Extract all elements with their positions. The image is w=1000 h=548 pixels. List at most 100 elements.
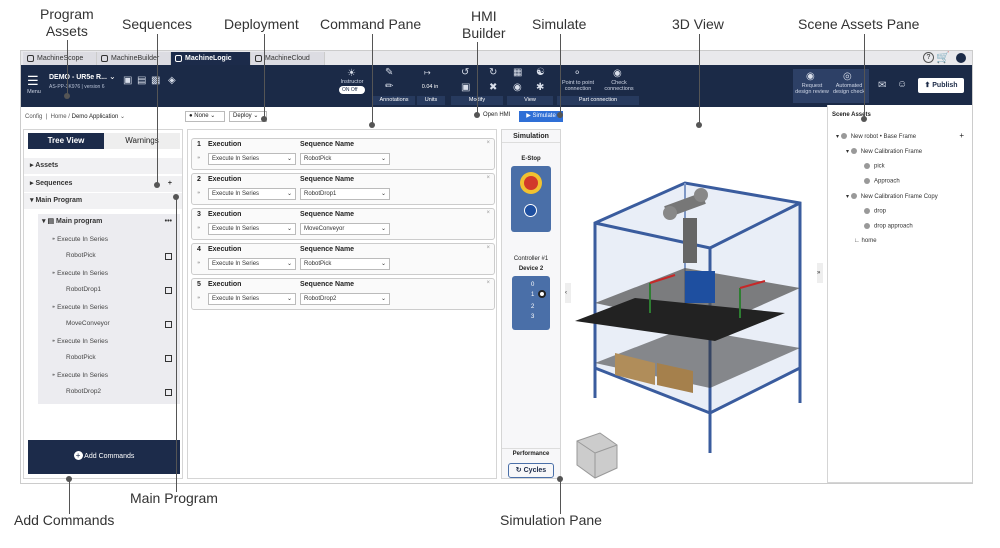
io-indicator-icon[interactable] (538, 290, 546, 298)
tree-exec-node[interactable]: ⁍ Execute In Series (38, 368, 180, 384)
user-settings-icon[interactable]: ☺ (897, 79, 907, 90)
tree-exec-node[interactable]: ⁍ Execute In Series (38, 334, 180, 350)
collapse-left-icon[interactable]: ‹ (565, 283, 571, 303)
sequence-select[interactable]: RobotDrop1 ⌄ (300, 188, 390, 200)
units-value[interactable]: 0.04 in (417, 84, 443, 90)
estop-button[interactable] (511, 166, 551, 232)
execution-mode-select[interactable]: Execute In Series ⌄ (208, 153, 296, 165)
share-icon[interactable]: ✉ (878, 80, 886, 91)
command-card[interactable]: 3 Execution Sequence Name ⁍ Execute In S… (191, 208, 495, 240)
print-icon[interactable]: ▩ (151, 75, 160, 86)
tab-warnings[interactable]: Warnings (104, 133, 180, 149)
transform-icon[interactable]: ✖ (489, 82, 497, 93)
close-icon[interactable]: × (486, 210, 490, 216)
command-card[interactable]: 1 Execution Sequence Name ⁍ Execute In S… (191, 138, 495, 170)
auto-check-icon[interactable]: ◎ (843, 71, 852, 82)
device-io-panel[interactable]: 0 1 2 3 (512, 276, 550, 330)
tree-exec-node[interactable]: ⁍ Execute In Series (38, 266, 180, 282)
tab-tree-view[interactable]: Tree View (28, 133, 104, 149)
add-scene-asset-icon[interactable]: + (959, 131, 964, 140)
close-icon[interactable]: × (486, 175, 490, 181)
request-review-label[interactable]: Request design review (795, 83, 829, 95)
tab-machinebuilder[interactable]: MachineBuilder (97, 52, 171, 65)
execution-mode-select[interactable]: Execute In Series ⌄ (208, 293, 296, 305)
breadcrumb-config[interactable]: Config (25, 114, 42, 120)
check-connection-icon[interactable]: ◉ (613, 68, 622, 79)
shading-icon[interactable]: ◉ (513, 82, 522, 93)
units-dropdown[interactable]: ↦ (424, 68, 431, 77)
tab-machinelogic[interactable]: MachineLogic (171, 52, 251, 65)
scene-item-point[interactable]: drop (864, 208, 886, 215)
3d-viewport[interactable]: ‹ » (565, 123, 823, 483)
explode-icon[interactable]: ✱ (536, 82, 544, 93)
more-icon[interactable]: ••• (165, 214, 172, 230)
tab-machinecloud[interactable]: MachineCloud (251, 52, 325, 65)
main-program-node[interactable]: ▾ ▤ Main program ••• (38, 214, 180, 230)
open-external-icon[interactable] (165, 389, 172, 396)
project-name[interactable]: DEMO - UR5e R... (49, 74, 107, 81)
open-external-icon[interactable] (165, 321, 172, 328)
redo-icon[interactable]: ↻ (489, 67, 497, 78)
sequence-select[interactable]: RobotPick ⌄ (300, 153, 390, 165)
open-external-icon[interactable] (165, 355, 172, 362)
scene-item-point[interactable]: drop approach (864, 223, 913, 230)
add-sequence-icon[interactable]: + (168, 176, 172, 192)
hierarchy-icon[interactable]: ☯ (536, 67, 545, 78)
open-external-icon[interactable] (165, 287, 172, 294)
point-connection-icon[interactable]: ⚬ (573, 68, 581, 79)
scene-item-frame[interactable]: ▾ New Calibration Frame Copy (846, 193, 938, 200)
tree-sequence-node[interactable]: RobotDrop1 (38, 282, 180, 298)
open-external-icon[interactable] (165, 253, 172, 260)
close-icon[interactable]: × (486, 280, 490, 286)
scene-item-point[interactable]: pick (864, 163, 885, 170)
close-icon[interactable]: × (486, 140, 490, 146)
main-program-section[interactable]: ▾ Main Program (24, 193, 182, 209)
camera-icon[interactable]: ◈ (168, 75, 176, 86)
auto-check-label[interactable]: Automated design check (831, 83, 867, 95)
add-commands-button[interactable]: + Add Commands (28, 440, 180, 474)
sequence-select[interactable]: RobotPick ⌄ (300, 258, 390, 270)
cube-icon[interactable]: ▦ (513, 67, 522, 78)
annotate-icon[interactable]: ✎ (385, 67, 393, 78)
estop-reset-icon[interactable] (524, 204, 537, 217)
execution-mode-select[interactable]: Execute In Series ⌄ (208, 258, 296, 270)
chevron-down-icon[interactable]: ⌄ (120, 114, 125, 120)
tree-exec-node[interactable]: ⁍ Execute In Series (38, 300, 180, 316)
save-icon[interactable]: ▣ (123, 75, 132, 86)
lightbulb-icon[interactable]: ☀ (347, 68, 356, 79)
scene-item-frame[interactable]: ▾ New Calibration Frame (846, 148, 922, 155)
command-card[interactable]: 4 Execution Sequence Name ⁍ Execute In S… (191, 243, 495, 275)
pencil-icon[interactable]: ✏ (385, 81, 393, 92)
tree-sequence-node[interactable]: MoveConveyor (38, 316, 180, 332)
tree-sequence-node[interactable]: RobotPick (38, 248, 180, 264)
tree-sequence-node[interactable]: RobotDrop2 (38, 384, 180, 400)
sequence-select[interactable]: MoveConveyor ⌄ (300, 223, 390, 235)
help-icon[interactable]: ? (923, 52, 934, 63)
execution-mode-select[interactable]: Execute In Series ⌄ (208, 188, 296, 200)
review-icon[interactable]: ◉ (806, 71, 815, 82)
chevron-down-icon[interactable]: ⌄ (109, 72, 116, 81)
tree-sequence-node[interactable]: RobotPick (38, 350, 180, 366)
menu-icon[interactable]: ☰ (27, 73, 39, 89)
assets-section[interactable]: ▸ Assets (24, 158, 182, 174)
cart-icon[interactable]: 🛒 (936, 51, 950, 64)
move-icon[interactable]: ▣ (461, 82, 470, 93)
scene-item-robot[interactable]: ▾ New robot • Base Frame (836, 133, 916, 140)
undo-icon[interactable]: ↺ (461, 67, 469, 78)
check-connections-label[interactable]: Check connections (601, 80, 637, 92)
avatar[interactable] (956, 53, 966, 63)
close-icon[interactable]: × (486, 245, 490, 251)
instructor-toggle[interactable]: ON Off (339, 86, 365, 94)
document-icon[interactable]: ▤ (137, 75, 146, 86)
tab-machinescope[interactable]: MachineScope (23, 52, 97, 65)
command-card[interactable]: 5 Execution Sequence Name ⁍ Execute In S… (191, 278, 495, 310)
tree-exec-node[interactable]: ⁍ Execute In Series (38, 232, 180, 248)
breadcrumb-home[interactable]: Home (51, 114, 67, 120)
expand-right-icon[interactable]: » (817, 263, 823, 283)
scene-item-point[interactable]: Approach (864, 178, 900, 185)
command-card[interactable]: 2 Execution Sequence Name ⁍ Execute In S… (191, 173, 495, 205)
execution-mode-select[interactable]: Execute In Series ⌄ (208, 223, 296, 235)
scene-item-home[interactable]: ∟ home (854, 238, 877, 244)
open-hmi-button[interactable]: Open HMI (483, 112, 510, 118)
deployment-target-select[interactable]: ● None ⌄ (185, 111, 225, 122)
